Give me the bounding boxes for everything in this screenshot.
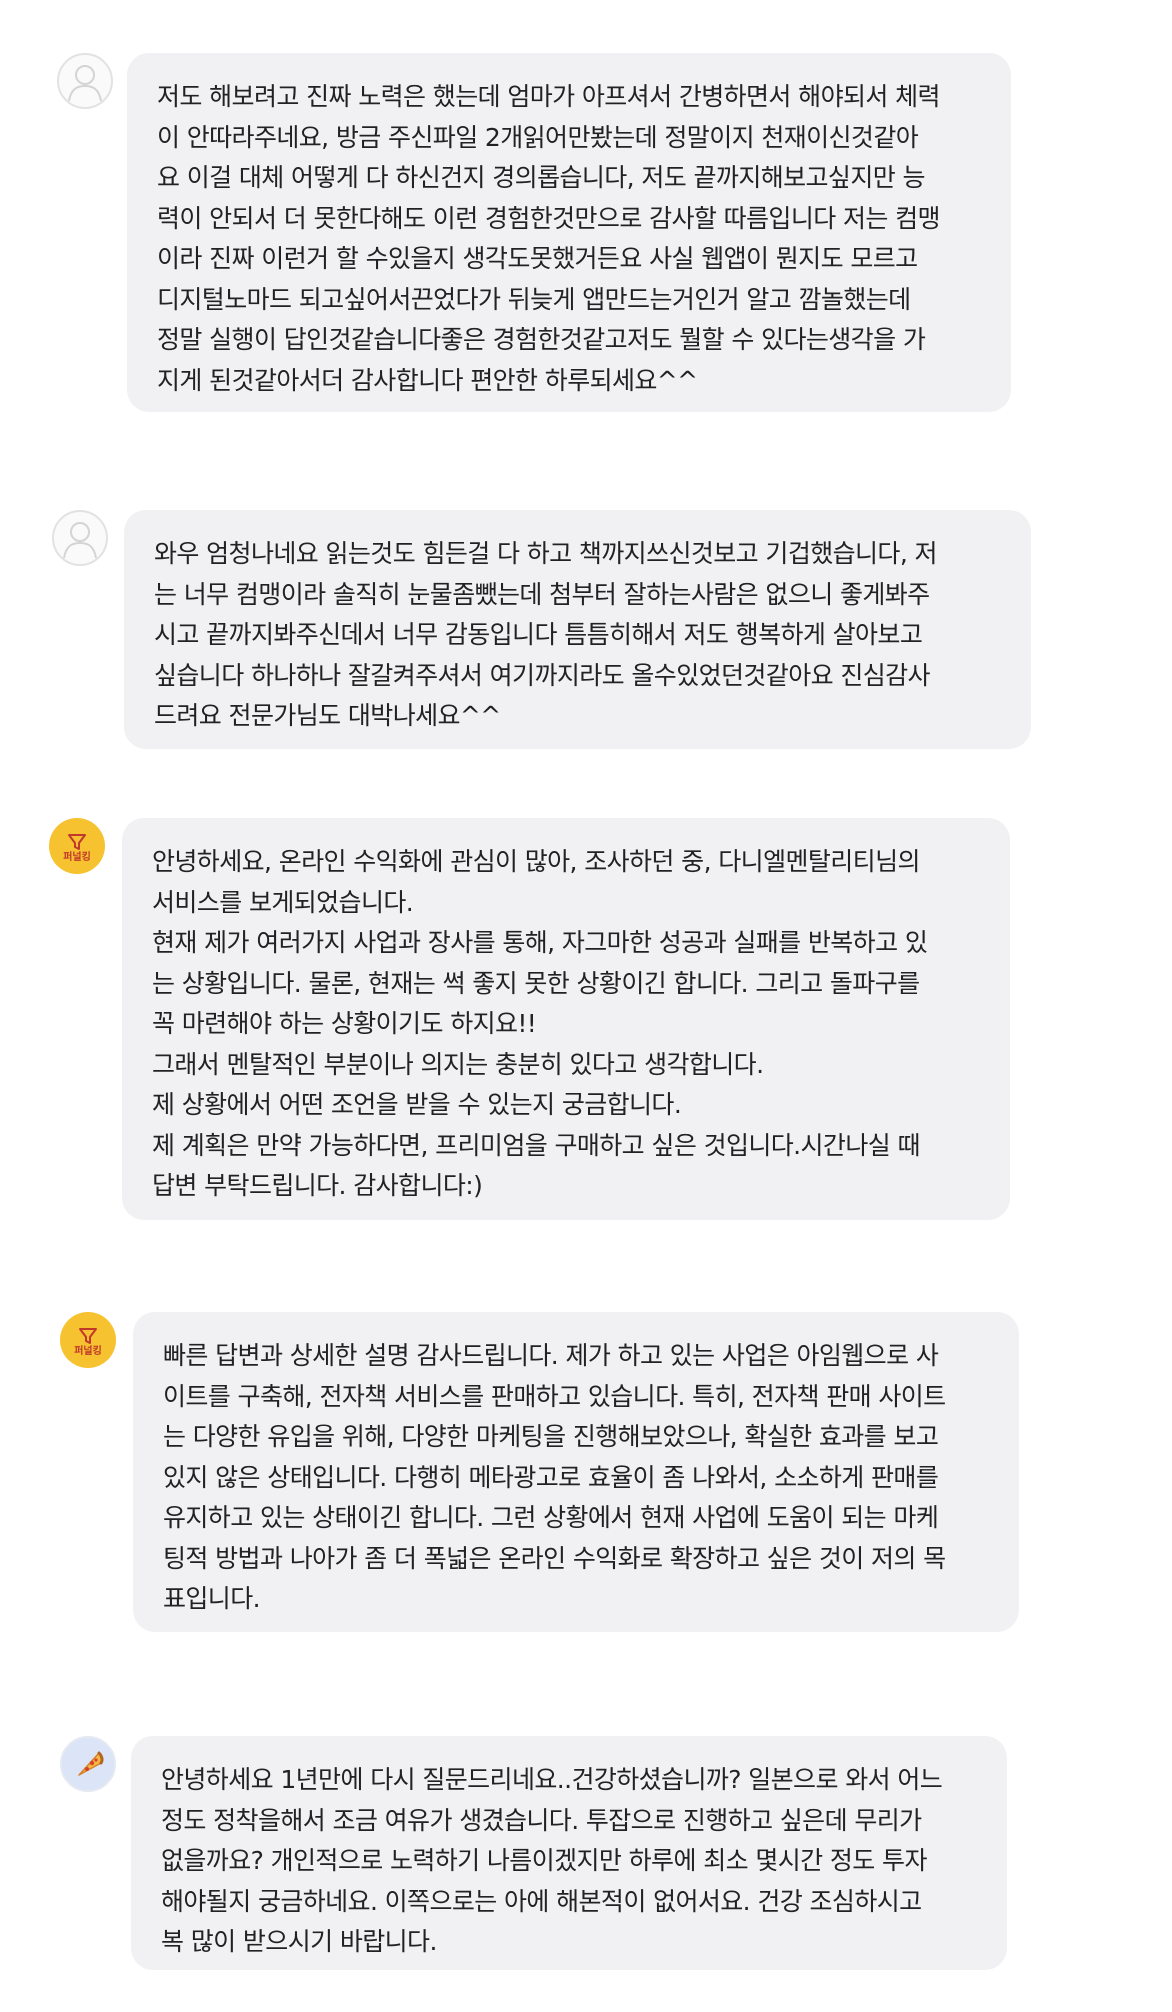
default-user-avatar[interactable]	[52, 510, 108, 566]
comment-line: 는 상황입니다. 물론, 현재는 썩 좋지 못한 상황이긴 합니다. 그리고 돌…	[152, 968, 920, 998]
pizza-avatar[interactable]	[60, 1736, 116, 1792]
brand-label: 퍼널킹	[74, 1345, 102, 1357]
comment-line: 이 안따라주네요, 방금 주신파일 2개읽어만봤는데 정말이지 천재이신것같아	[157, 122, 919, 152]
comment-line: 답변 부탁드립니다. 감사합니다:)	[152, 1171, 483, 1200]
comment-bubble: 와우 엄청나네요 읽는것도 힘든걸 다 하고 책까지쓰신것보고 기겁했습니다, …	[124, 510, 1031, 749]
comment-bubble: 안녕하세요, 온라인 수익화에 관심이 많아, 조사하던 중, 다니엘멘탈리티님…	[122, 818, 1010, 1220]
funnel-icon	[79, 1327, 97, 1344]
comment-line: 제 계획은 만약 가능하다면, 프리미엄을 구매하고 싶은 것입니다.시간나실 …	[152, 1130, 920, 1160]
comment-line: 이라 진짜 이런거 할 수있을지 생각도못했거든요 사실 웹앱이 뭔지도 모르고	[157, 244, 918, 273]
comment-line: 빠른 답변과 상세한 설명 감사드립니다. 제가 하고 있는 사업은 아임웹으로…	[163, 1341, 939, 1370]
comment-line: 와우 엄청나네요 읽는것도 힘든걸 다 하고 책까지쓰신것보고 기겁했습니다, …	[154, 539, 938, 568]
comment-line: 싶습니다 하나하나 잘갈켜주셔서 여기까지라도 올수있었던것같아요 진심감사	[154, 660, 931, 690]
comment-line: 요 이걸 대체 어떻게 다 하신건지 경의롭습니다, 저도 끝까지해보고싶지만 …	[157, 163, 925, 192]
funnel-brand-avatar[interactable]: 퍼널킹	[60, 1312, 116, 1368]
comment-line: 는 너무 컴맹이라 솔직히 눈물좀뺐는데 첨부터 잘하는사람은 없으니 좋게봐주	[154, 579, 930, 609]
comment-line: 그래서 멘탈적인 부분이나 의지는 충분히 있다고 생각합니다.	[152, 1049, 764, 1079]
comment-bubble: 빠른 답변과 상세한 설명 감사드립니다. 제가 하고 있는 사업은 아임웹으로…	[133, 1312, 1019, 1632]
comment-bubble: 안녕하세요 1년만에 다시 질문드리네요..건강하셨습니까? 일본으로 와서 어…	[131, 1736, 1007, 1970]
comment-line: 정말 실행이 답인것같습니다좋은 경험한것같고저도 뭘할 수 있다는생각을 가	[157, 325, 926, 354]
funnel-brand-avatar[interactable]: 퍼널킹	[49, 818, 105, 874]
comment-line: 유지하고 있는 상태이긴 합니다. 그런 상황에서 현재 사업에 도움이 되는 …	[163, 1503, 939, 1532]
funnel-icon	[68, 833, 86, 850]
comment-line: 시고 끝까지봐주신데서 너무 감동입니다 틈틈히해서 저도 행복하게 살아보고	[154, 620, 923, 649]
comment-line: 해야될지 궁금하네요. 이쪽으로는 아에 해본적이 없어서요. 건강 조심하시고	[161, 1886, 922, 1916]
comment-line: 있지 않은 상태입니다. 다행히 메타광고로 효율이 좀 나와서, 소소하게 판…	[163, 1462, 939, 1492]
pizza-icon	[78, 1751, 104, 1776]
comment-line: 제 상황에서 어떤 조언을 받을 수 있는지 궁금합니다.	[152, 1090, 682, 1119]
comment-line: 는 다양한 유입을 위해, 다양한 마케팅을 진행해보았으나, 확실한 효과를 …	[163, 1422, 939, 1451]
comment-line: 력이 안되서 더 못한다해도 이런 경험한것만으로 감사할 따름입니다 저는 컴…	[157, 203, 941, 233]
comment-line: 정도 정착을해서 조금 여유가 생겼습니다. 투잡으로 진행하고 싶은데 무리가	[161, 1805, 922, 1835]
comment-line: 드려요 전문가님도 대박나세요^^	[154, 701, 501, 730]
comment-line: 팅적 방법과 나아가 좀 더 폭넓은 온라인 수익화로 확장하고 싶은 것이 저…	[163, 1543, 946, 1573]
comment-line: 안녕하세요 1년만에 다시 질문드리네요..건강하셨습니까? 일본으로 와서 어…	[161, 1765, 943, 1794]
user-silhouette-icon	[68, 65, 102, 102]
comment-line: 꼭 마련해야 하는 상황이기도 하지요!!	[152, 1009, 537, 1038]
comment-line: 지게 된것같아서더 감사합니다 편안한 하루되세요^^	[157, 365, 698, 395]
comment-line: 복 많이 받으시기 바랍니다.	[161, 1927, 437, 1956]
default-user-avatar[interactable]	[57, 53, 113, 109]
comment-line: 서비스를 보게되었습니다.	[152, 887, 414, 917]
comment-line: 안녕하세요, 온라인 수익화에 관심이 많아, 조사하던 중, 다니엘멘탈리티님…	[152, 847, 920, 876]
comment-line: 표입니다.	[163, 1584, 261, 1613]
comment-line: 현재 제가 여러가지 사업과 장사를 통해, 자그마한 성공과 실패를 반복하고…	[152, 928, 928, 957]
comment-line: 없을까요? 개인적으로 노력하기 나름이겠지만 하루에 최소 몇시간 정도 투자	[161, 1846, 927, 1875]
comment-line: 디지털노마드 되고싶어서끈었다가 뒤늦게 앱만드는거인거 알고 깜놀했는데	[157, 284, 911, 314]
user-silhouette-icon	[63, 522, 97, 559]
comment-line: 저도 해보려고 진짜 노력은 했는데 엄마가 아프셔서 간병하면서 해야되서 체…	[157, 82, 941, 111]
brand-label: 퍼널킹	[63, 851, 91, 863]
comment-line: 이트를 구축해, 전자책 서비스를 판매하고 있습니다. 특히, 전자책 판매 …	[163, 1381, 946, 1411]
comment-bubble: 저도 해보려고 진짜 노력은 했는데 엄마가 아프셔서 간병하면서 해야되서 체…	[127, 53, 1011, 412]
